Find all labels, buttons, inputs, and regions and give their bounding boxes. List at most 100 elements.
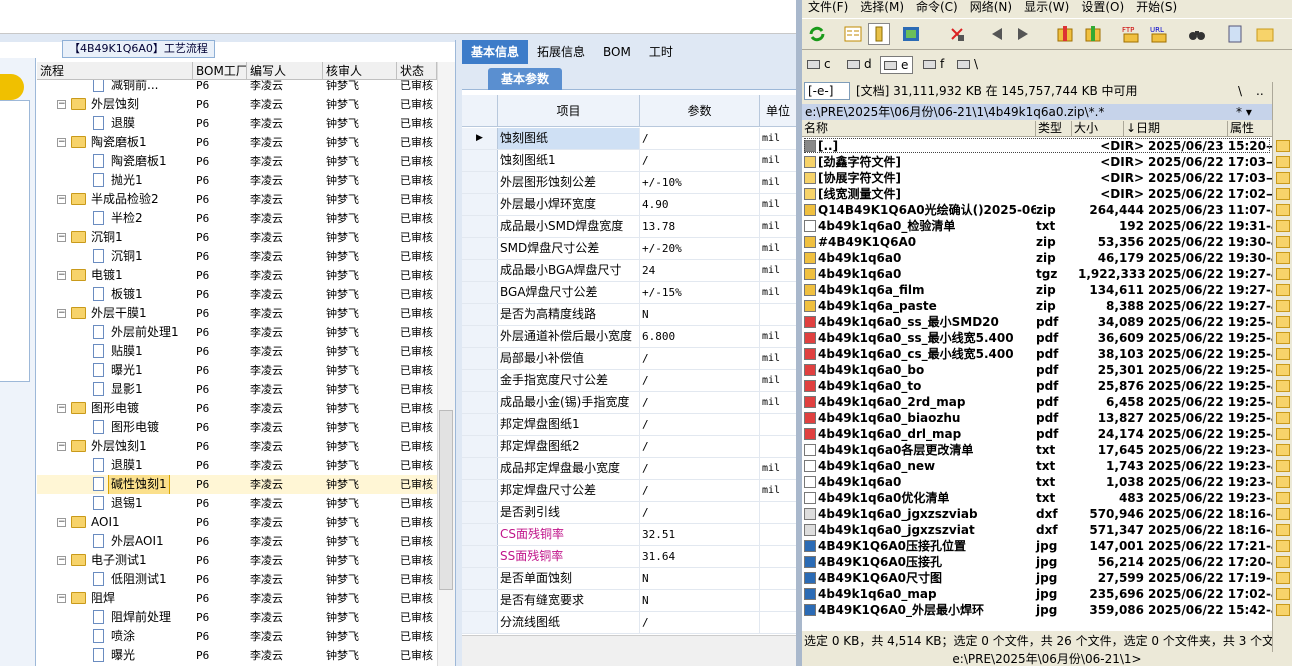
file-row[interactable]: 4B49K1Q6A0_外层最小焊环 jpg 359,086 2025/06/22 15…	[802, 602, 1272, 618]
row-selector[interactable]	[462, 194, 498, 215]
grid-cell-value[interactable]: +/-10%	[640, 172, 760, 193]
grid-cell-value[interactable]: 32.51	[640, 524, 760, 545]
row-selector[interactable]	[462, 348, 498, 369]
grid-cell-value[interactable]: 31.64	[640, 546, 760, 567]
file-row[interactable]: 4b49k1q6a0各层更改清单 txt 17,645 2025/06/22 19:2…	[802, 442, 1272, 458]
grid-cell-value[interactable]: /	[640, 348, 760, 369]
row-selector[interactable]	[462, 480, 498, 501]
grid-row[interactable]: 是否单面蚀刻 N	[462, 568, 796, 590]
collapse-toggle-icon[interactable]: −	[57, 404, 66, 413]
collapse-toggle-icon[interactable]: −	[57, 271, 66, 280]
invert-selection-icon[interactable]	[946, 23, 968, 45]
row-selector[interactable]	[462, 590, 498, 611]
tree-row[interactable]: − 半成品检验2 P6 李凌云 钟梦飞 已审核	[37, 190, 437, 209]
tree-row[interactable]: − 阻焊 P6 李凌云 钟梦飞 已审核	[37, 589, 437, 608]
file-row[interactable]: 4b49k1q6a0_ss_最小SMD20 pdf 34,089 2025/06/22…	[802, 314, 1272, 330]
tree-row[interactable]: 外层前处理1 P6 李凌云 钟梦飞 已审核	[37, 323, 437, 342]
tree-row[interactable]: 显影1 P6 李凌云 钟梦飞 已审核	[37, 380, 437, 399]
collapse-toggle-icon[interactable]: −	[57, 138, 66, 147]
grid-cell-value[interactable]: /	[640, 128, 760, 149]
file-row[interactable]: [线宽测量文件] <DIR> 2025/06/22 17:02—	[802, 186, 1272, 202]
back-arrow-icon[interactable]	[986, 23, 1008, 45]
file-row[interactable]: 4b49k1q6a0_map jpg 235,696 2025/06/22 17:02…	[802, 586, 1272, 602]
file-row[interactable]: #4B49K1Q6A0 zip 53,356 2025/06/22 19:30-a-	[802, 234, 1272, 250]
drive-button[interactable]: d	[844, 56, 876, 74]
file-row[interactable]: 4b49k1q6a0_drl_map pdf 24,174 2025/06/22 19…	[802, 426, 1272, 442]
tree-header-col[interactable]: 编写人	[247, 62, 323, 79]
file-row[interactable]: 4b49k1q6a0_new txt 1,743 2025/06/22 19:23-a…	[802, 458, 1272, 474]
tree-row[interactable]: 半检2 P6 李凌云 钟梦飞 已审核	[37, 209, 437, 228]
grid-row[interactable]: 外层通道补偿后最小宽度 6.800 mil	[462, 326, 796, 348]
notepad-icon[interactable]	[1224, 23, 1246, 45]
row-selector[interactable]	[462, 260, 498, 281]
file-row[interactable]: 4b49k1q6a0优化清单 txt 483 2025/06/22 19:23-a-	[802, 490, 1272, 506]
row-selector[interactable]	[462, 546, 498, 567]
tree-row[interactable]: − 电镀1 P6 李凌云 钟梦飞 已审核	[37, 266, 437, 285]
menu-item[interactable]: 文件(F)	[802, 0, 854, 16]
grid-row[interactable]: SS面残铜率 31.64	[462, 546, 796, 568]
tree-row[interactable]: − 图形电镀 P6 李凌云 钟梦飞 已审核	[37, 399, 437, 418]
unpack-icon[interactable]	[1082, 23, 1104, 45]
file-row[interactable]: [劲鑫字符文件] <DIR> 2025/06/22 17:03—	[802, 154, 1272, 170]
tree-node[interactable]: − AOI1	[37, 513, 193, 532]
file-row[interactable]: 4b49k1q6a0 tgz 1,922,333 2025/06/22 19:27-a…	[802, 266, 1272, 282]
file-row[interactable]: 4b49k1q6a0_ss_最小线宽5.400 pdf 36,609 2025/06/…	[802, 330, 1272, 346]
grid-row[interactable]: CS面残铜率 32.51	[462, 524, 796, 546]
file-row[interactable]: 4B49K1Q6A0压接孔位置 jpg 147,001 2025/06/22 17:2…	[802, 538, 1272, 554]
tree-row[interactable]: − 电子测试1 P6 李凌云 钟梦飞 已审核	[37, 551, 437, 570]
tree-node[interactable]: 外层AOI1	[37, 532, 193, 551]
tree-header-col[interactable]: BOM工厂	[193, 62, 247, 79]
grid-cell-value[interactable]: /	[640, 612, 760, 633]
file-row[interactable]: 4B49K1Q6A0尺寸图 jpg 27,599 2025/06/22 17:19-a…	[802, 570, 1272, 586]
pack-icon[interactable]	[1054, 23, 1076, 45]
thumbnail-view-icon[interactable]	[900, 23, 922, 45]
grid-row[interactable]: 分流线图纸 /	[462, 612, 796, 634]
refresh-icon[interactable]	[806, 23, 828, 45]
file-row[interactable]: 4b49k1q6a0_jgxzszviat dxf 571,347 2025/06/2…	[802, 522, 1272, 538]
tab-basic-params[interactable]: 基本参数	[488, 68, 562, 90]
tree-row[interactable]: 外层AOI1 P6 李凌云 钟梦飞 已审核	[37, 532, 437, 551]
tree-header-col[interactable]: 状态	[397, 62, 437, 79]
tree-row[interactable]: 陶瓷磨板1 P6 李凌云 钟梦飞 已审核	[37, 152, 437, 171]
file-row[interactable]: 4b49k1q6a0_2rd_map pdf 6,458 2025/06/22 19:…	[802, 394, 1272, 410]
row-selector[interactable]	[462, 282, 498, 303]
grid-header-value[interactable]: 参数	[640, 95, 760, 126]
tree-node[interactable]: 退膜1	[37, 456, 193, 475]
tree-scroll-thumb[interactable]	[439, 410, 453, 590]
tab-3[interactable]: 工时	[640, 40, 682, 64]
grid-header-unit[interactable]: 单位	[760, 95, 796, 126]
drive-button[interactable]: f	[920, 56, 948, 74]
tree-node[interactable]: 低阻测试1	[37, 570, 193, 589]
row-selector[interactable]	[462, 370, 498, 391]
tree-node[interactable]: 碱性蚀刻1	[37, 475, 193, 494]
row-selector[interactable]: ▶	[462, 128, 498, 149]
tree-row[interactable]: 碱性蚀刻1 P6 李凌云 钟梦飞 已审核	[37, 475, 437, 494]
row-selector[interactable]	[462, 238, 498, 259]
grid-cell-value[interactable]: /	[640, 414, 760, 435]
tree-header-col[interactable]: 核审人	[323, 62, 397, 79]
tab-1[interactable]: 拓展信息	[528, 40, 594, 64]
grid-row[interactable]: 是否剥引线 /	[462, 502, 796, 524]
drive-dropdown[interactable]: [-e-]	[804, 82, 850, 100]
tree-node[interactable]: 退膜	[37, 114, 193, 133]
row-selector[interactable]	[462, 502, 498, 523]
grid-row[interactable]: 外层最小焊环宽度 4.90 mil	[462, 194, 796, 216]
tree-row[interactable]: 曝光1 P6 李凌云 钟梦飞 已审核	[37, 361, 437, 380]
detailed-view-icon[interactable]	[868, 23, 890, 45]
tree-row[interactable]: 贴膜1 P6 李凌云 钟梦飞 已审核	[37, 342, 437, 361]
row-selector[interactable]	[462, 612, 498, 633]
tree-node[interactable]: − 外层干膜1	[37, 304, 193, 323]
ftp-connect-icon[interactable]: FTP	[1120, 23, 1142, 45]
collapse-toggle-icon[interactable]: −	[57, 233, 66, 242]
drive-button[interactable]: \	[954, 56, 982, 74]
collapse-toggle-icon[interactable]: −	[57, 518, 66, 527]
tree-node[interactable]: 板镀1	[37, 285, 193, 304]
history-star-icon[interactable]: * ▾	[1236, 104, 1252, 120]
grid-cell-value[interactable]: 4.90	[640, 194, 760, 215]
row-selector[interactable]	[462, 568, 498, 589]
col-date[interactable]: ↓日期	[1124, 121, 1228, 136]
tree-row[interactable]: 退膜1 P6 李凌云 钟梦飞 已审核	[37, 456, 437, 475]
grid-cell-value[interactable]: /	[640, 480, 760, 501]
grid-row[interactable]: 成品最小BGA焊盘尺寸 24 mil	[462, 260, 796, 282]
menu-item[interactable]: 命令(C)	[910, 0, 964, 16]
